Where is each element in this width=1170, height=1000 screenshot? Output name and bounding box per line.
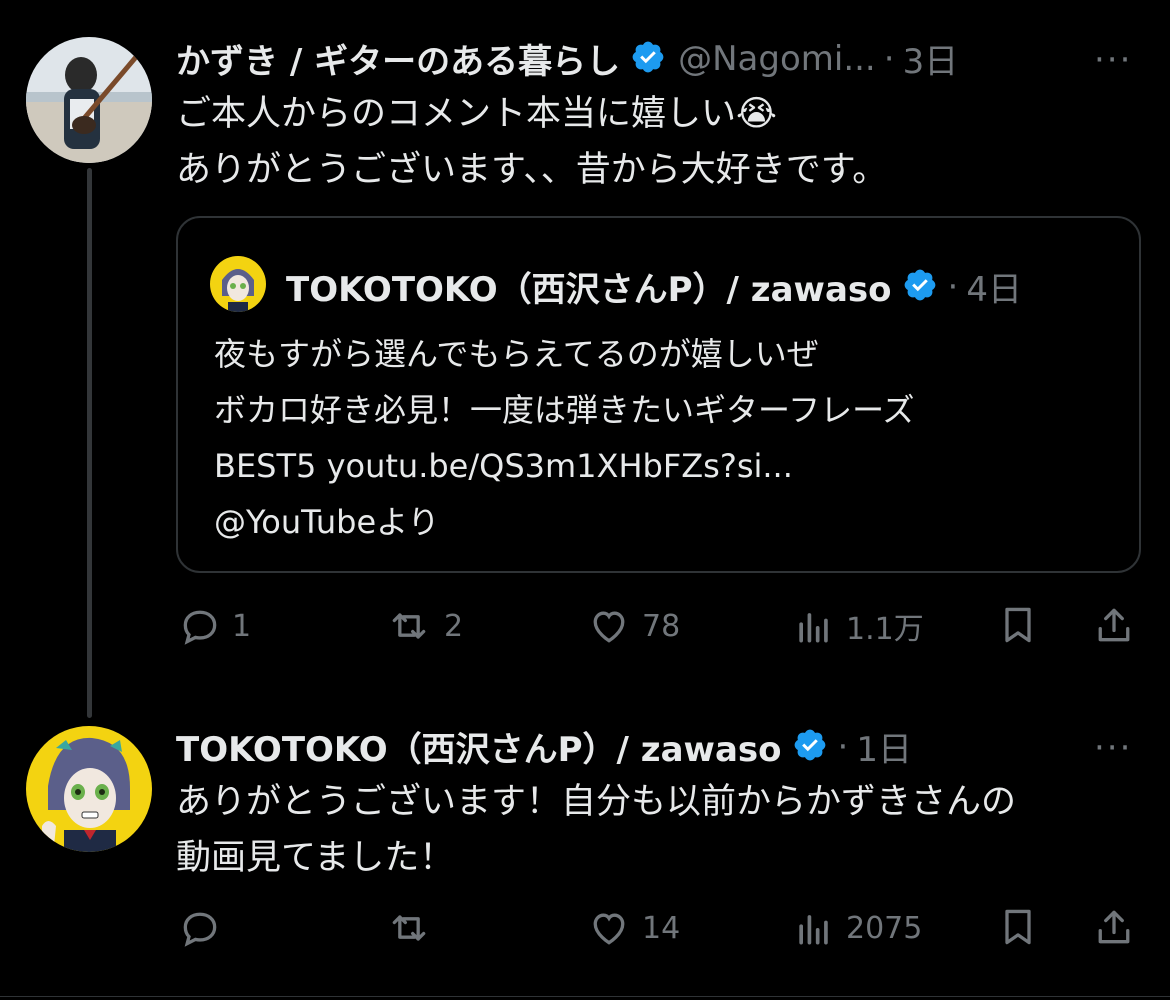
author-name[interactable]: かずき / ギターのある暮らし [176, 34, 620, 83]
share-icon [1098, 608, 1130, 642]
quote-text-line4[interactable]: @YouTubeより [214, 494, 440, 550]
bookmark-icon [1005, 607, 1031, 643]
verified-icon [902, 267, 938, 307]
retweet-icon [392, 613, 426, 639]
share-icon [1098, 910, 1130, 944]
retweet-icon [392, 915, 426, 941]
separator-dot: · [947, 266, 959, 307]
timestamp[interactable]: 1日 [856, 722, 912, 771]
separator-dot: · [837, 726, 849, 767]
retweet-button[interactable] [384, 906, 444, 950]
avatar-tokotoko[interactable] [26, 726, 152, 852]
author-name[interactable]: TOKOTOKO（西沢さんP）/ zawaso [176, 722, 782, 771]
timestamp[interactable]: 3日 [903, 34, 959, 83]
bookmark-icon [1005, 909, 1031, 945]
tweet2-text-line2: 動画見てました！ [176, 838, 455, 878]
reply-icon [183, 610, 217, 645]
retweet-button[interactable]: 2 [384, 604, 463, 648]
share-button[interactable] [1092, 602, 1136, 648]
quote-timestamp[interactable]: 4日 [966, 262, 1022, 311]
like-icon [593, 611, 625, 643]
author-handle[interactable]: @Nagomi... [678, 39, 876, 79]
thread-connector-line [87, 168, 92, 718]
like-count: 14 [642, 910, 681, 946]
quote-text-line2: ボカロ好き必見！一度は弾きたいギターフレーズ [214, 391, 915, 429]
like-button[interactable]: 14 [586, 906, 680, 950]
reply-button[interactable]: 1 [178, 604, 251, 648]
more-icon[interactable]: ··· [1094, 728, 1132, 768]
avatar-tokotoko-small[interactable] [210, 256, 266, 312]
like-icon [593, 913, 625, 945]
avatar-kazuki[interactable] [26, 37, 152, 163]
more-icon[interactable]: ··· [1094, 40, 1132, 80]
tweet2-text-line1: ありがとうございます！自分も以前からかずきさんの [176, 782, 1017, 822]
quote-text-line1: 夜もすがら選んでもらえてるのが嬉しいぜ [214, 335, 819, 373]
retweet-count: 2 [444, 608, 464, 644]
share-button[interactable] [1092, 904, 1136, 950]
like-count: 78 [642, 608, 681, 644]
verified-icon [792, 727, 828, 767]
quoted-tweet-card[interactable]: TOKOTOKO（西沢さんP）/ zawaso · 4日 夜もすがら選んでもらえ… [176, 216, 1141, 573]
reply-icon [183, 912, 217, 947]
quote-header: TOKOTOKO（西沢さんP）/ zawaso · 4日 [286, 262, 1022, 311]
verified-icon [630, 39, 666, 79]
views-icon [799, 613, 828, 643]
quote-author-name[interactable]: TOKOTOKO（西沢さんP）/ zawaso [286, 262, 892, 311]
tweet1-header: かずき / ギターのある暮らし @Nagomi... · 3日 [176, 34, 958, 83]
views-button[interactable]: 1.1万 [792, 604, 924, 648]
quote-text-line3[interactable]: BEST5 youtu.be/QS3m1XHbFZs?si... [214, 438, 793, 494]
views-count: 2075 [846, 910, 923, 946]
tweet2-header: TOKOTOKO（西沢さんP）/ zawaso · 1日 [176, 722, 912, 771]
bookmark-button[interactable] [996, 904, 1040, 950]
bottom-divider [0, 996, 1170, 997]
tweet1-text-line1: ご本人からのコメント本当に嬉しい😭 [176, 94, 777, 134]
views-count: 1.1万 [846, 612, 924, 647]
like-button[interactable]: 78 [586, 604, 680, 648]
bookmark-button[interactable] [996, 602, 1040, 648]
tweet1-text-line2: ありがとうございます、、昔から大好きです。 [176, 150, 888, 190]
views-button[interactable]: 2075 [792, 906, 922, 950]
separator-dot: · [883, 38, 895, 79]
reply-count: 1 [232, 608, 252, 644]
reply-button[interactable] [178, 906, 232, 950]
views-icon [799, 915, 828, 945]
